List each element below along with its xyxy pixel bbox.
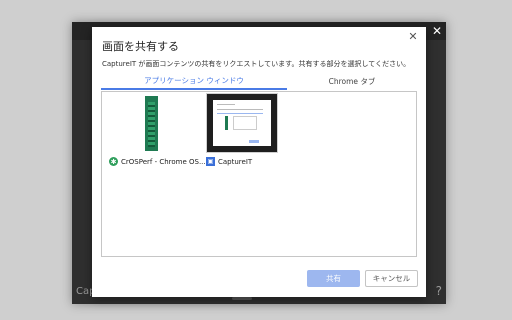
thumbnail-line bbox=[217, 104, 235, 105]
background-help-icon: ? bbox=[435, 284, 442, 298]
thumbnail-button bbox=[249, 140, 259, 143]
captureit-app-icon: ▣ bbox=[206, 157, 215, 166]
thumbnail-app-strip bbox=[145, 96, 158, 151]
window-item-crosperf[interactable]: ✱ CrOSPerf - Chrome OS... bbox=[107, 92, 206, 172]
window-item-captureit[interactable]: ▣ CaptureIT bbox=[206, 92, 286, 172]
share-screen-dialog: 画面を共有する ✕ CaptureIT が画面コンテンツの共有をリクエストしてい… bbox=[92, 27, 426, 297]
window-item-label-row: ▣ CaptureIT bbox=[206, 157, 252, 166]
tab-chrome-tabs[interactable]: Chrome タブ bbox=[287, 73, 417, 90]
window-thumbnail-crosperf bbox=[115, 92, 187, 152]
window-item-title: CrOSPerf - Chrome OS... bbox=[121, 157, 206, 166]
thumbnail-line bbox=[217, 113, 263, 114]
cancel-button[interactable]: キャンセル bbox=[365, 270, 418, 287]
window-item-label-row: ✱ CrOSPerf - Chrome OS... bbox=[109, 157, 206, 166]
dialog-description: CaptureIT が画面コンテンツの共有をリクエストしています。共有する部分を… bbox=[102, 60, 411, 68]
window-list-panel: ✱ CrOSPerf - Chrome OS... ▣ CaptureIT bbox=[101, 91, 417, 257]
thumbnail-line bbox=[217, 109, 263, 110]
dialog-close-icon[interactable]: ✕ bbox=[407, 31, 419, 43]
dialog-title: 画面を共有する bbox=[102, 40, 179, 53]
share-button[interactable]: 共有 bbox=[307, 270, 360, 287]
source-tabs: アプリケーション ウィンドウ Chrome タブ bbox=[101, 73, 417, 90]
thumbnail-green-strip bbox=[225, 116, 228, 130]
crosperf-app-icon: ✱ bbox=[109, 157, 118, 166]
thumbnail-frame bbox=[233, 116, 257, 130]
background-close-icon[interactable]: ✕ bbox=[428, 22, 446, 40]
thumbnail-mini-dialog bbox=[213, 100, 271, 146]
window-thumbnail-captureit bbox=[206, 93, 278, 153]
tab-application-windows[interactable]: アプリケーション ウィンドウ bbox=[101, 73, 287, 90]
thumbnail-app-strip-inner bbox=[148, 102, 155, 147]
background-handle bbox=[232, 297, 252, 300]
window-item-title: CaptureIT bbox=[218, 157, 253, 166]
